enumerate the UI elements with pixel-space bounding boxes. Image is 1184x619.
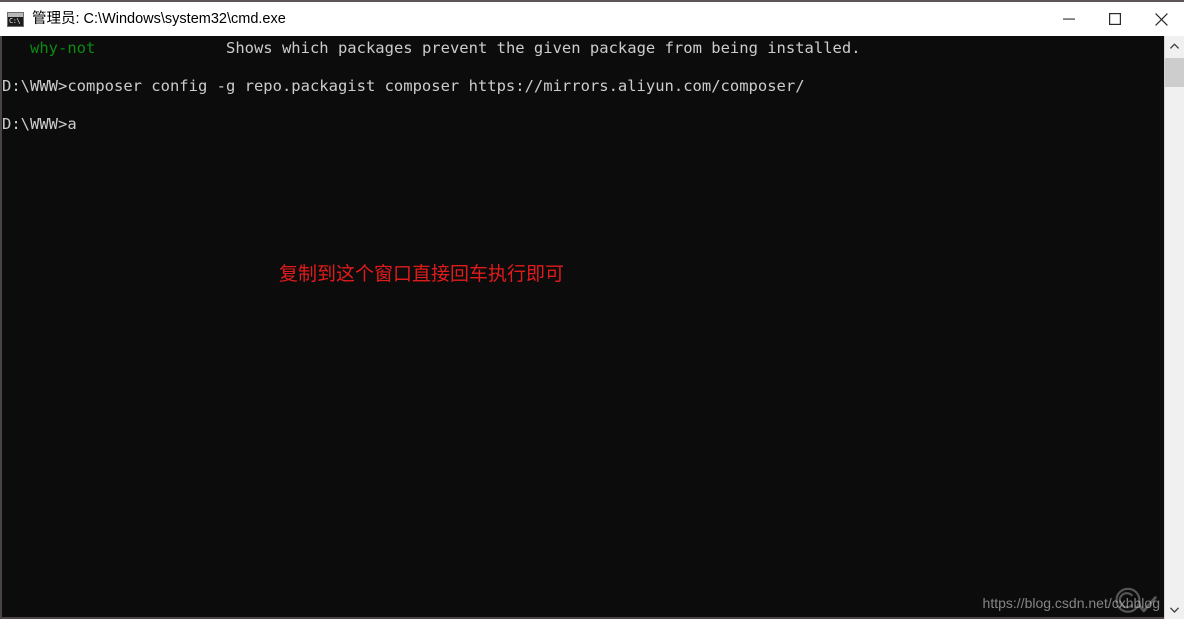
icon-prompt-glyph: C:\ (9, 16, 21, 25)
terminal-line-composer-command: D:\WWW>composer config -g repo.packagist… (2, 77, 805, 95)
close-icon (1154, 12, 1168, 26)
cmd-console-icon: C:\ (7, 11, 24, 27)
help-command-name: why-not (30, 39, 96, 57)
minimize-icon (1063, 18, 1075, 20)
minimize-button[interactable] (1046, 2, 1092, 36)
scroll-up-arrow[interactable] (1165, 36, 1184, 55)
window-title: 管理员: C:\Windows\system32\cmd.exe (32, 10, 286, 27)
vertical-scrollbar[interactable] (1164, 36, 1184, 619)
chevron-down-icon (1170, 607, 1179, 613)
console-area[interactable]: why-not Shows which packages prevent the… (0, 36, 1184, 619)
maximize-icon (1109, 13, 1121, 25)
titlebar[interactable]: C:\ 管理员: C:\Windows\system32\cmd.exe (0, 2, 1184, 36)
chevron-up-icon (1170, 43, 1179, 49)
scrollbar-track[interactable] (1165, 55, 1184, 600)
annotation-text: 复制到这个窗口直接回车执行即可 (279, 263, 565, 285)
close-button[interactable] (1138, 2, 1184, 36)
watermark-url: https://blog.csdn.net/cxhblog (982, 595, 1160, 611)
console-output[interactable]: why-not Shows which packages prevent the… (2, 36, 1166, 617)
maximize-button[interactable] (1092, 2, 1138, 36)
terminal-line-prompt: D:\WWW>a (2, 115, 77, 133)
scroll-down-arrow[interactable] (1165, 600, 1184, 619)
help-command-description: Shows which packages prevent the given p… (225, 39, 861, 57)
scroll-thumb[interactable] (1165, 58, 1184, 87)
terminal-line-help: why-not Shows which packages prevent the… (2, 39, 861, 58)
cmd-window: C:\ 管理员: C:\Windows\system32\cmd.exe why… (0, 0, 1184, 619)
window-controls (1046, 2, 1184, 36)
